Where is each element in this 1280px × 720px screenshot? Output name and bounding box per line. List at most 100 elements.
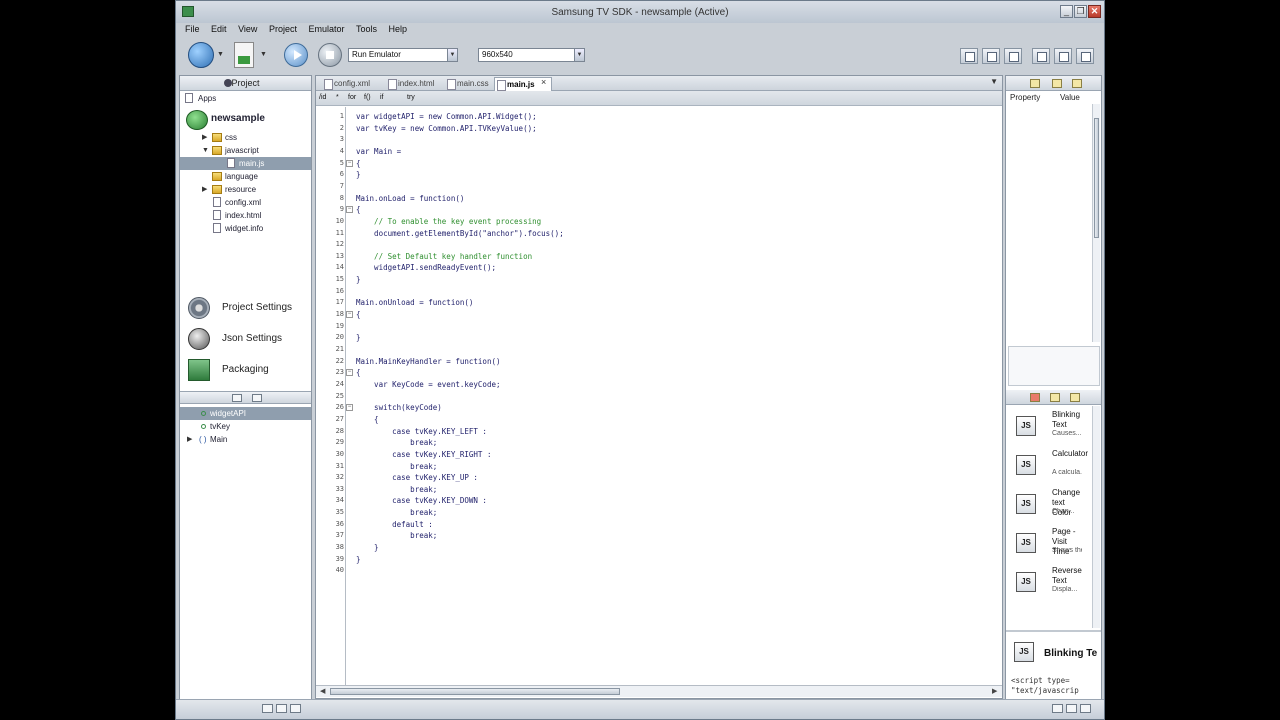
snippet-function[interactable]: f() [364,94,371,101]
view-emulator-icon[interactable] [1032,48,1050,64]
code-line[interactable]: { [356,310,361,319]
chevron-down-icon[interactable]: ▼ [447,49,457,61]
menu-file[interactable]: File [185,24,200,34]
menu-emulator[interactable]: Emulator [308,24,344,34]
code-line[interactable]: } [356,333,361,342]
fold-toggle-icon[interactable]: − [346,311,353,319]
edit-snippet-icon[interactable] [1050,393,1060,402]
fold-toggle-icon[interactable]: − [346,159,353,167]
code-line[interactable]: document.getElementById("anchor").focus(… [356,229,564,238]
tab-index-html[interactable]: index.html [386,77,446,91]
code-line[interactable]: Main.onUnload = function() [356,298,473,307]
maximize-button[interactable]: ❐ [1074,5,1087,18]
code-line[interactable]: default : [356,520,433,529]
panel-maximize-icon[interactable] [1080,704,1091,713]
run-mode-select[interactable]: Run Emulator ▼ [348,48,458,62]
tab-config-xml[interactable]: config.xml [322,77,384,91]
outline-filter-icon[interactable] [252,394,262,402]
tab-main-css[interactable]: main.css [445,77,493,91]
scrollbar-thumb[interactable] [330,688,620,695]
run-icon[interactable] [284,43,308,67]
menu-view[interactable]: View [238,24,257,34]
packaging-button[interactable]: Packaging [180,357,311,383]
close-tab-icon[interactable]: × [541,77,546,87]
project-root[interactable]: newsample [180,112,311,128]
code-line[interactable]: switch(keyCode) [356,403,442,412]
add-snippet-icon[interactable] [1030,393,1040,402]
scroll-right-icon[interactable]: ▶ [992,687,997,695]
menu-tools[interactable]: Tools [356,24,377,34]
stop-icon[interactable] [318,43,342,67]
panel-minimize-icon[interactable] [262,704,273,713]
snippet-try[interactable]: try [407,94,415,101]
code-line[interactable]: widgetAPI.sendReadyEvent(); [356,263,496,272]
minimize-button[interactable]: _ [1060,5,1073,18]
view-code-icon[interactable] [1076,48,1094,64]
tree-item-language[interactable]: language [180,170,311,183]
code-line[interactable]: var Main = [356,147,401,156]
tree-item-widget-info[interactable]: widget.info [180,222,311,235]
code-line[interactable]: Main.onLoad = function() [356,194,464,203]
tree-item-javascript[interactable]: ▼ javascript [180,144,311,157]
fold-toggle-icon[interactable]: − [346,369,353,377]
code-line[interactable]: case tvKey.KEY_DOWN : [356,496,487,505]
code-line[interactable]: Main.MainKeyHandler = function() [356,357,501,366]
snippet-comment[interactable]: * [336,94,339,101]
code-view-icon[interactable] [1052,79,1062,88]
code-line[interactable]: break; [356,438,437,447]
snippet-id[interactable]: /id [319,94,326,101]
settings-icon[interactable] [1072,79,1082,88]
snippet-if[interactable]: if [380,94,384,101]
tree-item-resource[interactable]: ▶ resource [180,183,311,196]
panel-minimize-icon[interactable] [1052,704,1063,713]
fold-toggle-icon[interactable]: − [346,206,353,214]
splitter[interactable] [1006,630,1101,632]
menu-help[interactable]: Help [389,24,408,34]
code-line[interactable]: } [356,275,361,284]
outline-sort-icon[interactable] [232,394,242,402]
code-line[interactable]: break; [356,462,437,471]
layout-split-icon[interactable] [982,48,1000,64]
project-settings-button[interactable]: Project Settings [180,295,311,321]
tab-list-dropdown-icon[interactable]: ▼ [990,77,998,86]
new-project-icon[interactable] [188,42,214,68]
code-line[interactable]: // Set Default key handler function [356,252,532,261]
code-line[interactable]: { [356,368,361,377]
outline-item-tvkey[interactable]: tvKey [180,420,311,433]
snippet-blinking-text[interactable]: JS Blinking Text Causes... [1006,410,1094,448]
apps-root[interactable]: Apps [180,92,311,105]
code-line[interactable]: var widgetAPI = new Common.API.Widget(); [356,112,537,121]
snippet-calculator[interactable]: JS Calculator A calcula... [1006,449,1094,487]
new-file-icon[interactable] [234,42,254,68]
code-line[interactable]: } [356,543,379,552]
close-button[interactable]: ✕ [1088,5,1101,18]
code-line[interactable]: var tvKey = new Common.API.TVKeyValue(); [356,124,537,133]
snippet-for[interactable]: for [348,94,356,101]
code-line[interactable]: case tvKey.KEY_RIGHT : [356,450,491,459]
code-line[interactable]: { [356,415,379,424]
collapse-icon[interactable]: ▼ [202,144,209,157]
tree-item-index-html[interactable]: index.html [180,209,311,222]
star-icon[interactable] [1030,79,1040,88]
outline-item-main[interactable]: ▶ ( ) Main [180,433,311,446]
json-settings-button[interactable]: Json Settings [180,326,311,352]
new-project-dropdown-icon[interactable]: ▼ [217,51,224,58]
outline-item-widgetapi[interactable]: widgetAPI [180,407,311,420]
tree-item-css[interactable]: ▶ css [180,131,311,144]
resolution-select[interactable]: 960x540 ▼ [478,48,585,62]
code-line[interactable]: break; [356,485,437,494]
panel-restore-icon[interactable] [276,704,287,713]
expand-icon[interactable]: ▶ [202,183,207,196]
code-line[interactable]: var KeyCode = event.keyCode; [356,380,500,389]
snippet-reverse-text[interactable]: JS Reverse Text Displa... [1006,566,1094,604]
code-line[interactable]: break; [356,531,437,540]
expand-icon[interactable]: ▶ [202,131,207,144]
menu-project[interactable]: Project [269,24,297,34]
new-file-dropdown-icon[interactable]: ▼ [260,51,267,58]
panel-restore-icon[interactable] [1066,704,1077,713]
code-line[interactable]: { [356,159,361,168]
code-line[interactable]: case tvKey.KEY_LEFT : [356,427,487,436]
tree-item-main-js[interactable]: main.js [180,157,311,170]
chevron-down-icon[interactable]: ▼ [574,49,584,61]
code-line[interactable]: case tvKey.KEY_UP : [356,473,478,482]
